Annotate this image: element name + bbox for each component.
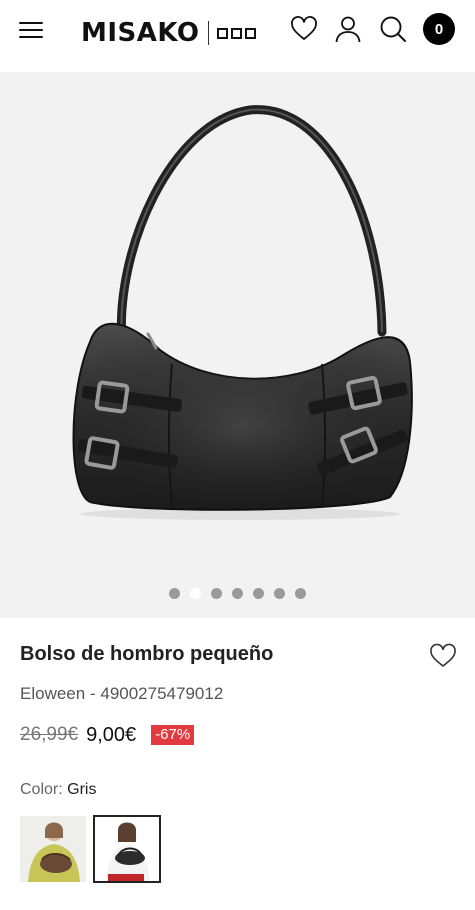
brand-separator: - — [89, 684, 96, 703]
gallery-dot[interactable] — [169, 588, 180, 599]
site-header: MISAKO 0 — [0, 0, 475, 72]
brand-name: Eloween — [20, 684, 86, 703]
discount-badge: -67% — [151, 725, 195, 745]
logo-divider — [208, 21, 210, 45]
user-account-icon[interactable] — [333, 14, 363, 44]
site-logo[interactable]: MISAKO — [81, 15, 257, 51]
color-swatches — [20, 815, 161, 883]
product-image-gallery[interactable] — [0, 72, 475, 618]
color-label: Color: — [20, 781, 63, 798]
gallery-dot[interactable] — [211, 588, 222, 599]
gallery-dot[interactable] — [295, 588, 306, 599]
product-reference: 4900275479012 — [100, 684, 224, 703]
color-swatch-grey[interactable] — [93, 815, 161, 883]
cart-badge[interactable]: 0 — [423, 13, 455, 45]
sale-price: 9,00€ — [86, 723, 137, 746]
gallery-dot[interactable] — [232, 588, 243, 599]
logo-mark-icon — [217, 27, 257, 39]
product-image — [72, 105, 413, 520]
search-icon[interactable] — [378, 14, 408, 44]
add-to-wishlist-heart-icon[interactable] — [429, 643, 457, 669]
color-value: Gris — [67, 781, 97, 798]
old-price: 26,99€ — [20, 724, 79, 745]
wishlist-heart-icon[interactable] — [289, 14, 319, 44]
gallery-dot-active[interactable] — [190, 588, 201, 599]
color-selector-label: Color: Gris — [20, 781, 96, 799]
price-block: 26,99€ 9,00€ -67% — [20, 722, 195, 748]
logo-text: MISAKO — [81, 18, 200, 48]
gallery-dot[interactable] — [253, 588, 264, 599]
cart-count: 0 — [434, 20, 444, 38]
color-swatch-brown[interactable] — [20, 816, 86, 882]
gallery-dot[interactable] — [274, 588, 285, 599]
gallery-pagination — [0, 588, 475, 599]
product-title: Bolso de hombro pequeño — [20, 643, 274, 665]
brand-reference: Eloween - 4900275479012 — [20, 684, 223, 704]
menu-icon[interactable] — [19, 19, 45, 41]
